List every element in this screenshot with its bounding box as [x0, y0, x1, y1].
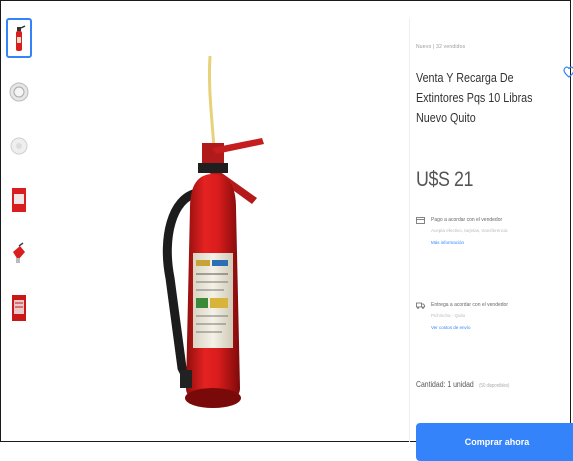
fire-extinguisher-image: [162, 55, 264, 408]
quantity-selector[interactable]: Cantidad: 1 unidad (50 disponibles): [416, 380, 509, 389]
thumbnail-5[interactable]: [6, 234, 32, 274]
purchase-panel: Nuevo | 32 vendidos Venta Y Recarga De E…: [410, 18, 573, 461]
thumbnail-2[interactable]: [6, 72, 32, 112]
buy-now-label: Comprar ahora: [464, 437, 530, 447]
heart-icon[interactable]: [563, 65, 573, 79]
delivery-line2: Pichincha - Quito: [431, 313, 466, 318]
truck-icon: [416, 302, 425, 309]
payment-line1: Pago a acordar con el vendedor: [431, 217, 503, 223]
thumbnail-3[interactable]: [6, 126, 32, 166]
delivery-line1: Entrega a acordar con el vendedor: [431, 302, 508, 308]
payment-more-link[interactable]: Más información: [431, 240, 566, 245]
quantity-label: Cantidad: 1 unidad: [416, 380, 474, 389]
credit-card-icon: [416, 217, 425, 224]
product-title: Venta Y Recarga De Extintores Pqs 10 Lib…: [416, 71, 533, 125]
extinguisher-angle-icon: [13, 242, 25, 263]
payment-line2: Acepta efectivo, tarjetas, transferencia: [431, 228, 508, 233]
label-icon: [12, 188, 26, 212]
payment-info: Pago a acordar con el vendedor Acepta ef…: [416, 216, 566, 245]
buy-now-button[interactable]: Comprar ahora: [416, 423, 573, 461]
gauge-icon: [9, 82, 29, 102]
product-condition: Nuevo | 32 vendidos: [416, 44, 466, 50]
gauge-detail-icon: [10, 137, 28, 155]
thumbnail-4[interactable]: [6, 180, 32, 220]
thumbnail-6[interactable]: [6, 288, 32, 328]
extinguisher-icon: [16, 25, 26, 51]
product-price: U$S 21: [416, 168, 473, 191]
delivery-costs-link[interactable]: Ver costos de envío: [431, 325, 566, 330]
red-label-icon: [12, 295, 26, 321]
main-product-image[interactable]: [92, 48, 342, 440]
quantity-available: (50 disponibles): [479, 383, 510, 389]
delivery-info: Entrega a acordar con el vendedor Pichin…: [416, 301, 566, 330]
thumbnail-1[interactable]: [6, 18, 32, 58]
thumbnail-gallery: [6, 18, 32, 342]
